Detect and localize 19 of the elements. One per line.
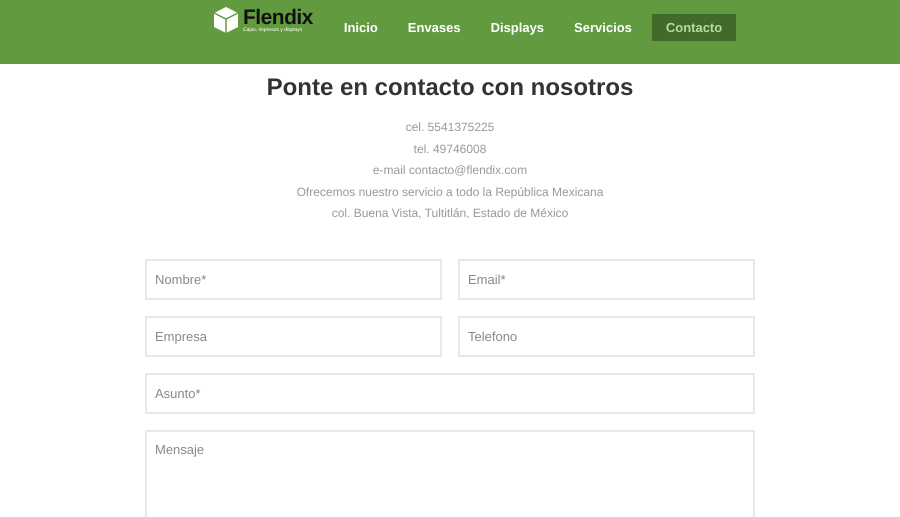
contact-info-line: e-mail contacto@flendix.com [372,162,528,179]
logo-name[interactable]: Flendix [243,7,313,28]
page-title: Ponte en contacto con nosotros [266,73,634,103]
message-field[interactable]: Mensaje [145,430,755,517]
input-field[interactable]: Telefono [458,316,755,356]
input-field[interactable]: Empresa [145,316,442,356]
nav-link[interactable]: Servicios [560,14,646,41]
nav-link[interactable]: Envases [394,14,475,41]
contact-info-line: tel. 49746008 [414,140,486,158]
nav-link[interactable]: Contacto [652,14,736,41]
nav-link[interactable]: Inicio [330,14,392,41]
input-field[interactable]: Asunto* [145,372,755,414]
contact-info-line: Ofrecemos nuestro servicio a todo la República Mexicana [296,184,604,200]
box-logo-icon [213,6,239,34]
input-field[interactable]: Nombre* [145,258,442,300]
nav-link[interactable]: Displays [476,14,558,41]
contact-info-line: cel. 5541375225 [406,119,494,136]
contact-info-line: col. Buena Vista, Tultitlán, Estado de México [332,205,568,222]
input-field[interactable]: Email* [458,258,755,300]
